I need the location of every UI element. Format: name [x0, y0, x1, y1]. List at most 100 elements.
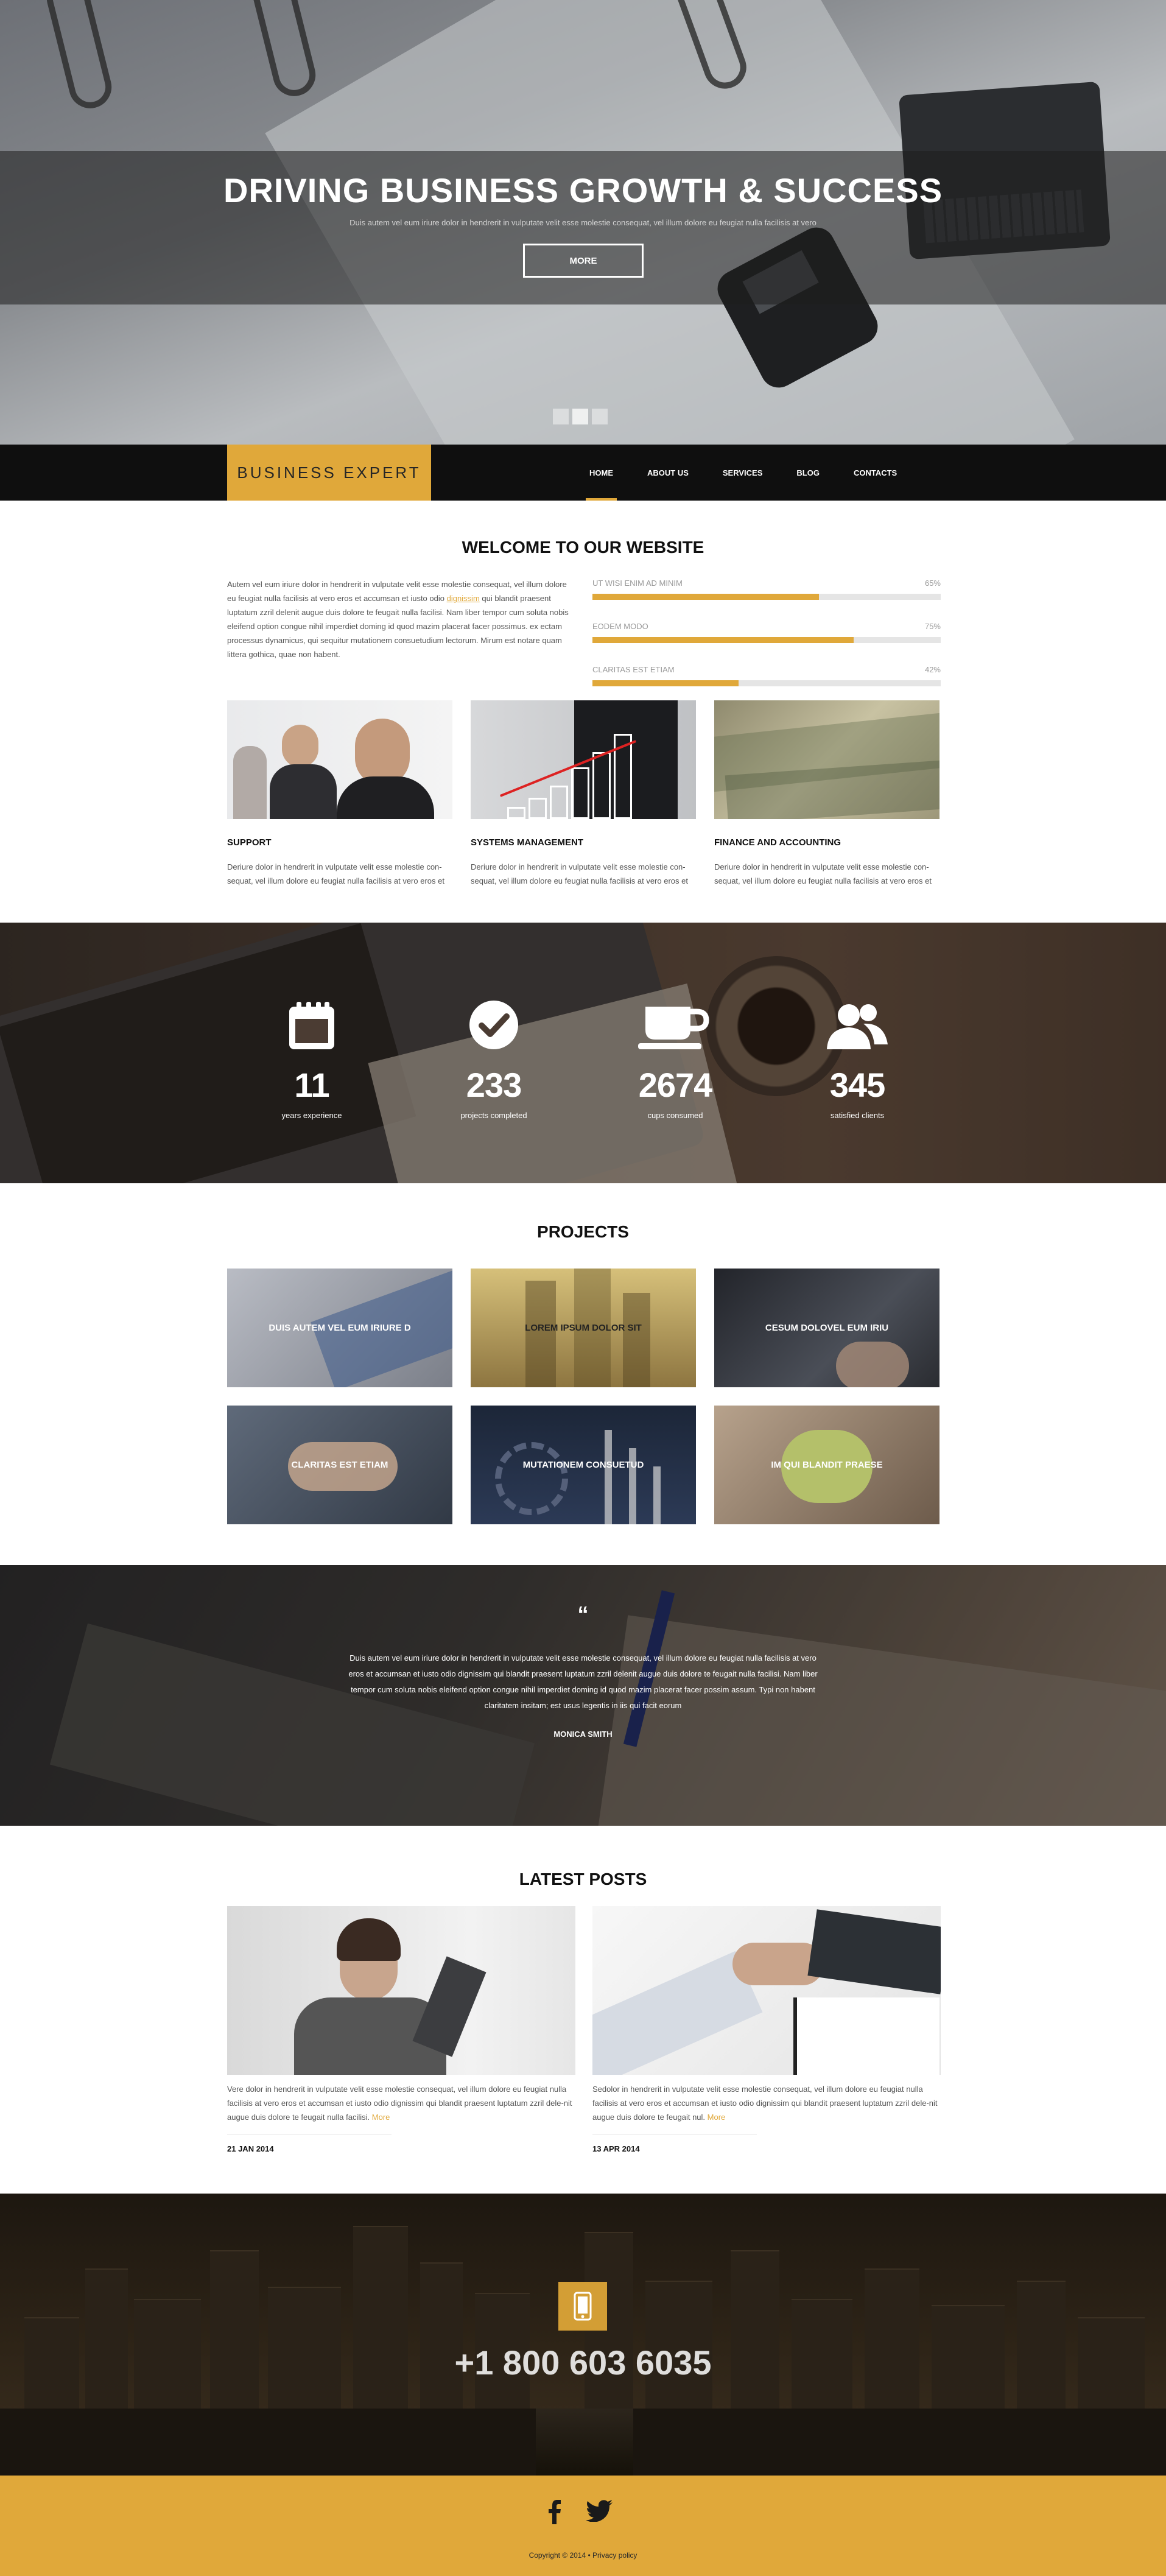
testimonial-text: Duis autem vel eum iriure dolor in hendr…	[348, 1653, 818, 1710]
service-card-finance-accounting: FINANCE AND ACCOUNTING Deriure dolor in …	[714, 700, 939, 888]
city-building	[731, 2250, 779, 2409]
project-tile[interactable]: MUTATIONEM CONSUETUD	[471, 1406, 696, 1524]
project-tile-label: MUTATIONEM CONSUETUD	[522, 1460, 644, 1470]
support-photo	[227, 700, 452, 819]
project-tile-label: CESUM DOLOVEL EUM IRIU	[765, 1323, 889, 1333]
blog-post-more-link[interactable]: More	[372, 2113, 390, 2122]
blog-post: Sedolor in hendrerit in vulputate velit …	[592, 1906, 941, 2153]
skill-bar-fill	[592, 680, 739, 686]
nav-item-blog[interactable]: BLOG	[779, 445, 837, 501]
copyright-text: Copyright © 2014 •	[529, 2551, 591, 2560]
skill-bar-label: UT WISI ENIM AD MINIM	[592, 579, 683, 588]
stat-satisfied-clients: 345 satisfied clients	[784, 996, 930, 1120]
service-card-support: SUPPORT Deriure dolor in hendrerit in vu…	[227, 700, 452, 888]
skill-bar-track	[592, 680, 941, 686]
projects-title: PROJECTS	[537, 1222, 629, 1241]
service-title: SUPPORT	[227, 837, 272, 848]
contact-phone-number[interactable]: +1 800 603 6035	[0, 2343, 1166, 2382]
contact-phone-section: +1 800 603 6035	[0, 2194, 1166, 2476]
blog-post-more-link[interactable]: More	[708, 2113, 726, 2122]
slider-pagination	[553, 409, 608, 424]
hero-chair-image	[42, 0, 116, 113]
nav-item-home[interactable]: HOME	[572, 445, 630, 501]
stat-caption: years experience	[281, 1111, 342, 1120]
skill-bar-track	[592, 637, 941, 643]
project-tile-label: LOREM IPSUM DOLOR SIT	[525, 1323, 642, 1333]
service-text: Deriure dolor in hendrerit in vulputate …	[227, 862, 444, 885]
skill-bar-fill	[592, 594, 819, 600]
project-tile[interactable]: CESUM DOLOVEL EUM IRIU	[714, 1269, 939, 1387]
slider-dot[interactable]	[592, 409, 608, 424]
welcome-text-part: qui blandit praesent luptatum zzril dele…	[227, 594, 569, 659]
stat-number: 345	[829, 1066, 885, 1104]
users-icon	[784, 996, 930, 1050]
blog-post-date: 21 JAN 2014	[227, 2134, 392, 2153]
project-tile-label: CLARITAS EST ETIAM	[291, 1460, 388, 1470]
hero-chair-image	[246, 0, 320, 101]
project-tile[interactable]: LOREM IPSUM DOLOR SIT	[471, 1269, 696, 1387]
copyright: Copyright © 2014 • Privacy policy	[0, 2551, 1166, 2560]
checkmark-icon	[421, 996, 567, 1050]
city-building	[865, 2268, 919, 2409]
facebook-icon[interactable]	[548, 2500, 561, 2527]
blog-post-image[interactable]	[227, 1906, 575, 2075]
skill-bar-track	[592, 594, 941, 600]
project-tile[interactable]: CLARITAS EST ETIAM	[227, 1406, 452, 1524]
mobile-phone-icon	[558, 2282, 607, 2331]
site-logo[interactable]: BUSINESS EXPERT	[227, 445, 431, 501]
blog-post-image[interactable]	[592, 1906, 941, 2075]
stat-caption: projects completed	[460, 1111, 527, 1120]
quote-icon: “	[577, 1602, 589, 1627]
stat-number: 11	[294, 1066, 329, 1104]
stat-caption: cups consumed	[647, 1111, 703, 1120]
hero-more-button[interactable]: MORE	[523, 244, 644, 278]
project-tile[interactable]: DUIS AUTEM VEL EUM IRIURE D	[227, 1269, 452, 1387]
systems-management-photo	[471, 700, 696, 819]
stat-projects-completed: 233 projects completed	[421, 996, 567, 1120]
city-road	[536, 2409, 633, 2476]
blog-post-text: Sedolor in hendrerit in vulputate velit …	[592, 2085, 938, 2122]
skill-bars: UT WISI ENIM AD MINIM 65% EODEM MODO 75%…	[592, 579, 941, 708]
city-building	[210, 2250, 259, 2409]
service-text: Deriure dolor in hendrerit in vulputate …	[471, 862, 688, 885]
blog-post-date: 13 APR 2014	[592, 2134, 757, 2153]
stats-overlay	[0, 923, 1166, 1183]
stat-number: 2674	[638, 1066, 713, 1104]
stat-caption: satisfied clients	[830, 1111, 885, 1120]
skill-bar-percent: 42%	[924, 665, 941, 674]
twitter-icon[interactable]	[586, 2500, 613, 2527]
privacy-policy-link[interactable]: Privacy policy	[592, 2551, 637, 2560]
slider-dot[interactable]	[553, 409, 569, 424]
project-tile[interactable]: IM QUI BLANDIT PRAESE	[714, 1406, 939, 1524]
stat-years-experience: 11 years experience	[239, 996, 385, 1120]
nav-item-contacts[interactable]: CONTACTS	[837, 445, 914, 501]
main-navigation: BUSINESS EXPERT HOME ABOUT US SERVICES B…	[0, 445, 1166, 501]
city-building	[85, 2268, 128, 2409]
welcome-text-link[interactable]: dignissim	[447, 594, 480, 603]
nav-item-about-us[interactable]: ABOUT US	[630, 445, 706, 501]
service-text: Deriure dolor in hendrerit in vulputate …	[714, 862, 932, 885]
testimonial-author: MONICA SMITH	[553, 1730, 613, 1739]
slider-dot-active[interactable]	[572, 409, 588, 424]
stat-number: 233	[466, 1066, 522, 1104]
service-card-systems-management: SYSTEMS MANAGEMENT Deriure dolor in hend…	[471, 700, 696, 888]
skill-bar: UT WISI ENIM AD MINIM 65%	[592, 579, 941, 622]
project-tile-label: IM QUI BLANDIT PRAESE	[771, 1460, 883, 1470]
nav-item-services[interactable]: SERVICES	[706, 445, 780, 501]
welcome-text: Autem vel eum iriure dolor in hendrerit …	[227, 577, 575, 661]
blog-post-excerpt: Sedolor in hendrerit in vulputate velit …	[592, 2082, 941, 2124]
stat-cups-consumed: 2674 cups consumed	[602, 996, 748, 1120]
nav-menu: HOME ABOUT US SERVICES BLOG CONTACTS	[572, 445, 914, 501]
service-title: SYSTEMS MANAGEMENT	[471, 837, 584, 848]
blog-post: Vere dolor in hendrerit in vulputate vel…	[227, 1906, 575, 2153]
skill-bar-label: CLARITAS EST ETIAM	[592, 665, 675, 674]
service-title: FINANCE AND ACCOUNTING	[714, 837, 841, 848]
skill-bar: EODEM MODO 75%	[592, 622, 941, 665]
latest-posts-title: LATEST POSTS	[519, 1870, 647, 1888]
project-tile-label: DUIS AUTEM VEL EUM IRIURE D	[269, 1323, 411, 1333]
finance-photo	[714, 700, 939, 819]
social-links	[548, 2500, 613, 2527]
welcome-title: WELCOME TO OUR WEBSITE	[462, 538, 704, 557]
footer: Copyright © 2014 • Privacy policy	[0, 2476, 1166, 2576]
coffee-cup-icon	[602, 996, 748, 1050]
